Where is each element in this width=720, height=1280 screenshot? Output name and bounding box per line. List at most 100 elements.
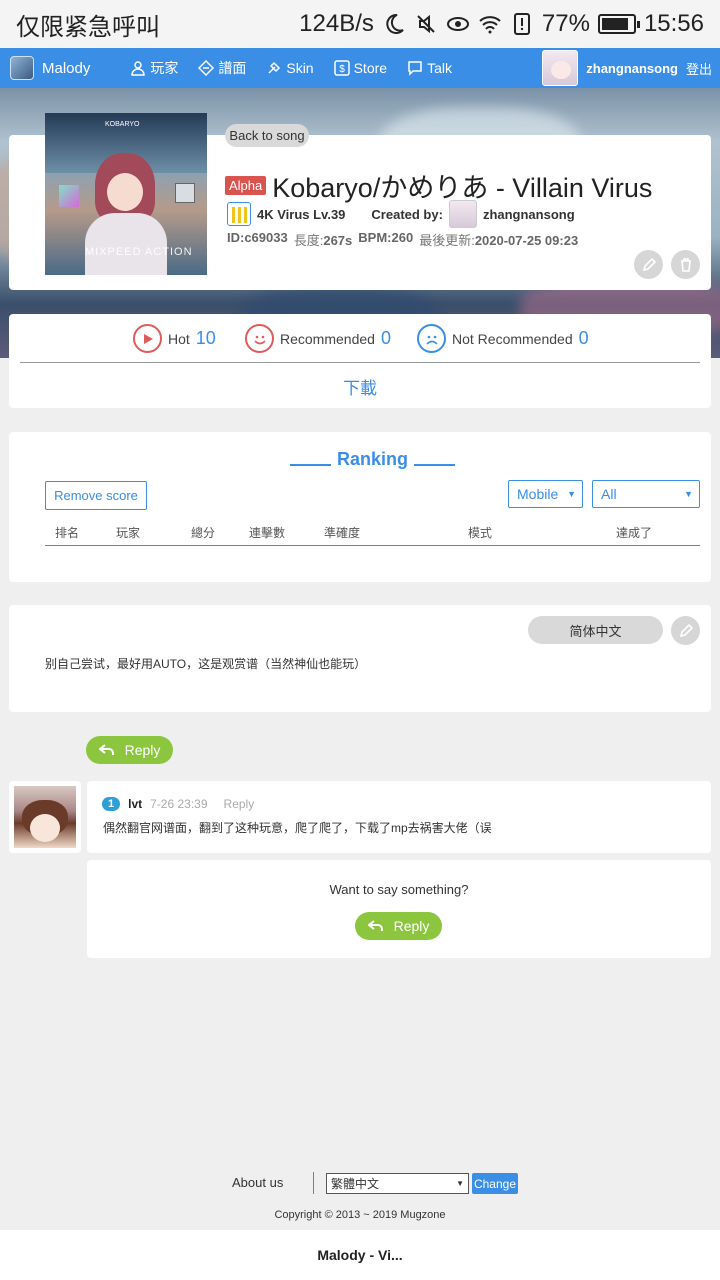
not-recommend-label: Not Recommended bbox=[452, 330, 573, 347]
recommend-count: 0 bbox=[380, 328, 391, 348]
avatar[interactable] bbox=[542, 50, 579, 86]
nav-label: 玩家 bbox=[150, 60, 179, 76]
reply-arrow-icon bbox=[367, 920, 383, 931]
comment-header: 1 lvt 7-26 23:39 Reply bbox=[102, 797, 254, 811]
platform-select[interactable]: Mobile ▼ bbox=[508, 480, 583, 508]
bpm-value: BPM:260 bbox=[358, 230, 414, 245]
battery-icon bbox=[597, 14, 640, 34]
comment-card bbox=[87, 781, 711, 853]
clock: 15:56 bbox=[643, 10, 704, 37]
delete-chart-button[interactable] bbox=[671, 250, 700, 279]
reply-prompt: Want to say something? bbox=[329, 882, 469, 897]
edit-chart-button[interactable] bbox=[634, 250, 663, 279]
network-speed: 124B/s bbox=[299, 10, 374, 37]
download-link[interactable]: 下載 bbox=[0, 374, 720, 399]
nav-label: Skin bbox=[286, 60, 314, 76]
wifi-icon bbox=[479, 16, 501, 34]
eye-icon bbox=[446, 17, 469, 31]
comment-reply-link[interactable]: Reply bbox=[224, 797, 255, 811]
not-recommend-vote[interactable]: Not Recommended 0 bbox=[417, 324, 589, 353]
comment-text: 偶然翻官网谱面，翻到了这种玩意，爬了爬了，下载了mp去祸害大佬（误 bbox=[103, 821, 492, 835]
reply-button[interactable]: Reply bbox=[86, 736, 173, 764]
new-reply-card bbox=[87, 860, 711, 958]
recommend-label: Recommended bbox=[280, 330, 375, 347]
chart-meta: 4K Virus Lv.39 Created by: zhangnansong bbox=[227, 200, 575, 228]
comment-user[interactable]: lvt bbox=[128, 797, 142, 811]
battery-percent: 77% bbox=[541, 10, 590, 37]
top-nav: Malody 玩家 譜面 Skin $ Store Talk zhangnans… bbox=[0, 48, 720, 88]
trash-icon bbox=[680, 257, 691, 272]
page-title: Malody - Vi... bbox=[317, 1247, 403, 1263]
nav-item-talk[interactable]: Talk bbox=[407, 60, 452, 76]
chart-id: ID:c69033 bbox=[227, 230, 288, 245]
language-select[interactable]: 繁體中文 ▼ bbox=[326, 1173, 469, 1194]
table-header-line bbox=[45, 545, 700, 546]
comment-time: 7-26 23:39 bbox=[150, 797, 208, 811]
platform-value: Mobile bbox=[517, 486, 559, 502]
chevron-down-icon: ▼ bbox=[684, 489, 693, 499]
nav-item-skin[interactable]: Skin bbox=[266, 60, 314, 76]
hot-vote[interactable]: Hot 10 bbox=[133, 324, 216, 353]
username-link[interactable]: zhangnansong bbox=[586, 61, 678, 76]
reply-arrow-icon bbox=[98, 744, 114, 755]
brand-link[interactable]: Malody bbox=[10, 56, 90, 80]
mute-icon bbox=[417, 14, 435, 34]
moon-icon bbox=[386, 13, 404, 34]
remove-score-button[interactable]: Remove score bbox=[45, 481, 147, 510]
length-value: 267s bbox=[323, 233, 353, 248]
creator-name[interactable]: zhangnansong bbox=[483, 207, 575, 222]
user-icon bbox=[131, 61, 146, 76]
reply-label: Reply bbox=[124, 742, 161, 758]
ranking-heading: Ranking bbox=[290, 449, 456, 470]
chat-icon bbox=[408, 61, 422, 76]
pencil-icon bbox=[679, 623, 693, 637]
not-recommend-count: 0 bbox=[578, 328, 589, 348]
back-to-song-button[interactable]: Back to song bbox=[225, 124, 309, 147]
description-text: 别自己尝试，最好用AUTO，这是观赏谱（当然神仙也能玩） bbox=[45, 657, 367, 671]
browser-title-bar: Malody - Vi... bbox=[0, 1230, 720, 1280]
column-header: 總分 bbox=[191, 526, 216, 540]
key-mode-icon bbox=[227, 202, 251, 226]
diamond-icon bbox=[198, 60, 215, 76]
carrier-text: 仅限紧急呼叫 bbox=[16, 13, 160, 41]
song-cover-image: KOBARYO MIXPEED ACTION bbox=[45, 113, 207, 275]
length-label: 長度: bbox=[293, 233, 324, 248]
pencil-icon bbox=[642, 257, 656, 271]
filter-value: All bbox=[601, 486, 617, 502]
creator-avatar[interactable] bbox=[448, 200, 477, 228]
chart-info: ID:c69033 長度:267s BPM:260 最後更新:2020-07-2… bbox=[227, 230, 578, 249]
brand-name: Malody bbox=[42, 59, 91, 77]
footer-separator bbox=[313, 1172, 314, 1194]
change-language-button[interactable]: Change bbox=[472, 1173, 518, 1194]
new-reply-button[interactable]: Reply bbox=[355, 912, 442, 940]
copyright-text: Copyright © 2013 ~ 2019 Mugzone bbox=[274, 1209, 446, 1221]
language-toggle-button[interactable]: 简体中文 bbox=[528, 616, 663, 644]
level-badge: 1 bbox=[102, 797, 121, 811]
brush-icon bbox=[268, 61, 281, 74]
ranking-title: Ranking bbox=[337, 449, 409, 469]
nav-item-store[interactable]: $ Store bbox=[333, 60, 387, 76]
about-us-link[interactable]: About us bbox=[232, 1175, 283, 1190]
commenter-avatar[interactable] bbox=[9, 781, 81, 853]
chevron-down-icon: ▼ bbox=[456, 1179, 464, 1188]
column-header: 玩家 bbox=[116, 526, 141, 540]
nav-item-charts[interactable]: 譜面 bbox=[198, 58, 246, 78]
nav-item-players[interactable]: 玩家 bbox=[130, 58, 178, 78]
filter-select[interactable]: All ▼ bbox=[592, 480, 700, 508]
logout-link[interactable]: 登出 bbox=[686, 59, 712, 78]
column-header: 模式 bbox=[468, 526, 493, 540]
alpha-badge: Alpha bbox=[225, 176, 267, 195]
cover-title-text: MIXPEED ACTION bbox=[85, 246, 193, 258]
column-header: 連擊數 bbox=[249, 526, 286, 540]
edit-description-button[interactable] bbox=[671, 616, 700, 645]
cover-top-text: KOBARYO bbox=[105, 121, 140, 128]
hot-label: Hot bbox=[168, 330, 190, 347]
divider bbox=[20, 362, 700, 363]
column-header: 準確度 bbox=[324, 526, 361, 540]
recommend-vote[interactable]: Recommended 0 bbox=[245, 324, 391, 353]
column-header: 達成了 bbox=[616, 526, 653, 540]
nav-label: Talk bbox=[427, 60, 452, 76]
updated-value: 2020-07-25 09:23 bbox=[474, 233, 579, 248]
nav-label: 譜面 bbox=[218, 60, 247, 76]
play-icon bbox=[133, 324, 162, 353]
